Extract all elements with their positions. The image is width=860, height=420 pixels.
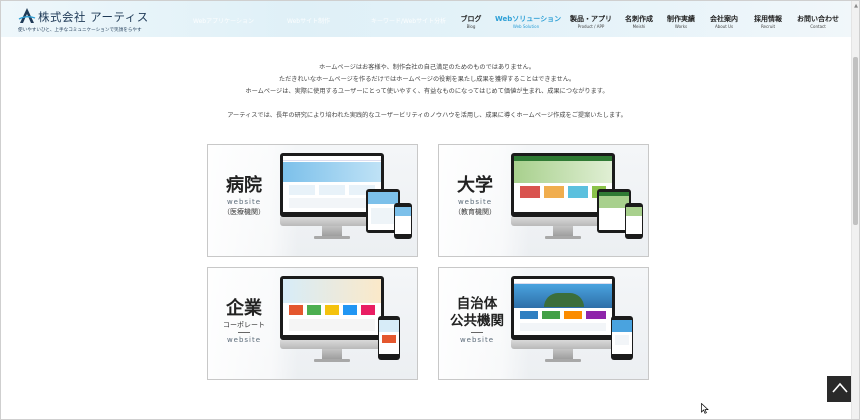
card-hospital-website: website (226, 198, 262, 206)
phone-device (625, 203, 643, 239)
nav-blog[interactable]: ブログ Blog (457, 15, 485, 30)
card-university[interactable]: 大学 website （教育機関） (438, 144, 649, 257)
intro-text: ホームページはお客様や、制作会社の自己満足のためのものではありません。 ただきれ… (1, 62, 853, 122)
card-corporate-title: 企業 (226, 298, 262, 319)
nav-products-label: 製品・アプリ (570, 15, 612, 23)
card-university-sub: （教育機関） (454, 208, 496, 216)
card-hospital[interactable]: 病院 website （医療機関） (207, 144, 418, 257)
site-header: 株式会社 アーティス 使いやすいひと、上手なコミュニケーションで笑顔をらやす W… (1, 1, 853, 37)
card-university-title: 大学 (457, 175, 493, 196)
card-hospital-title: 病院 (226, 175, 262, 196)
card-municipality[interactable]: 自治体 公共機関 website (438, 267, 649, 380)
nav-blog-label: ブログ (460, 15, 482, 23)
card-university-website: website (457, 198, 493, 206)
card-corporate-title-sub: コーポレート (223, 321, 265, 329)
scroll-up-arrow-icon[interactable]: ▲ (853, 3, 859, 9)
nav-works-label: 制作実績 (667, 15, 695, 23)
nav-meishi[interactable]: 名刺作成 Meishi (624, 15, 654, 30)
nav-recruit[interactable]: 採用情報 Recruit (752, 15, 784, 30)
nav-about[interactable]: 会社案内 About Us (709, 15, 739, 30)
card-hospital-sub: （医療機関） (223, 208, 265, 216)
logo-company-name: 株式会社 アーティス (38, 10, 149, 24)
card-corporate[interactable]: 企業 コーポレート website (207, 267, 418, 380)
nav-web-solution[interactable]: Webソリューション Web Solution (495, 15, 562, 30)
chevron-up-icon (832, 382, 848, 393)
nav-recruit-label: 採用情報 (754, 15, 782, 23)
nav-products[interactable]: 製品・アプリ Product / APP (569, 15, 613, 30)
browser-viewport: 株式会社 アーティス 使いやすいひと、上手なコミュニケーションで笑顔をらやす W… (0, 0, 860, 420)
phone-device (378, 316, 400, 360)
nav-contact-sub: Contact (810, 24, 826, 29)
intro-line-2: ただきれいなホームページを作るだけではホームページの役割を果たし成果を獲得するこ… (278, 76, 576, 83)
artis-logo-icon (18, 8, 36, 23)
card-municipality-title-2: 公共機関 (450, 313, 504, 329)
back-to-top-button[interactable] (827, 376, 853, 402)
nav-blog-sub: Blog (466, 24, 476, 29)
card-municipality-website: website (459, 336, 495, 344)
ghost-link-analysis[interactable]: キーワード/Webサイト分析 (371, 16, 446, 25)
nav-web-solution-label: Webソリューション (495, 15, 562, 23)
card-municipality-label: 自治体 公共機関 website (445, 296, 509, 345)
intro-line-3: ホームページは、実際に使用するユーザーにとって使いやすく、有益なものになってはじ… (245, 88, 609, 95)
phone-device (394, 203, 412, 239)
university-device-mockup (511, 153, 648, 253)
phone-device (611, 316, 633, 360)
nav-web-solution-sub: Web Solution (512, 24, 540, 29)
nav-contact-label: お問い合わせ (797, 15, 839, 23)
card-corporate-website: website (226, 336, 262, 344)
ghost-link-website[interactable]: Webサイト制作 (287, 16, 330, 25)
logo-tagline: 使いやすいひと、上手なコミュニケーションで笑顔をらやす (18, 28, 142, 33)
intro-line-4: アーティスでは、長年の研究により培われた実践的なユーザービリティのノウハウを活用… (227, 112, 627, 119)
card-university-label: 大学 website （教育機関） (451, 175, 499, 217)
imac-device (280, 276, 384, 362)
site-logo[interactable]: 株式会社 アーティス 使いやすいひと、上手なコミュニケーションで笑顔をらやす (18, 7, 148, 33)
nav-products-sub: Product / APP (577, 24, 605, 29)
municipality-device-mockup (511, 276, 648, 376)
card-municipality-title: 自治体 (456, 296, 498, 312)
card-hospital-label: 病院 website （医療機関） (220, 175, 268, 217)
corporate-device-mockup (280, 276, 417, 376)
intro-line-1: ホームページはお客様や、制作会社の自己満足のためのものではありません。 (319, 64, 535, 71)
nav-works-sub: Works (674, 24, 688, 29)
page-scrollbar[interactable]: ▲ (851, 1, 859, 419)
nav-meishi-sub: Meishi (632, 24, 646, 29)
nav-contact[interactable]: お問い合わせ Contact (796, 15, 840, 30)
card-corporate-label: 企業 コーポレート website (218, 298, 270, 345)
nav-recruit-sub: Recruit (760, 24, 776, 29)
nav-about-sub: About Us (714, 24, 734, 29)
mouse-pointer-icon (701, 403, 709, 414)
nav-meishi-label: 名刺作成 (625, 15, 653, 23)
nav-works[interactable]: 制作実績 Works (666, 15, 696, 30)
nav-about-label: 会社案内 (710, 15, 738, 23)
imac-device (511, 276, 615, 362)
ghost-link-webapp[interactable]: Webアプリケーション (193, 16, 254, 25)
hospital-device-mockup (280, 153, 417, 253)
scrollbar-thumb[interactable] (853, 57, 858, 225)
